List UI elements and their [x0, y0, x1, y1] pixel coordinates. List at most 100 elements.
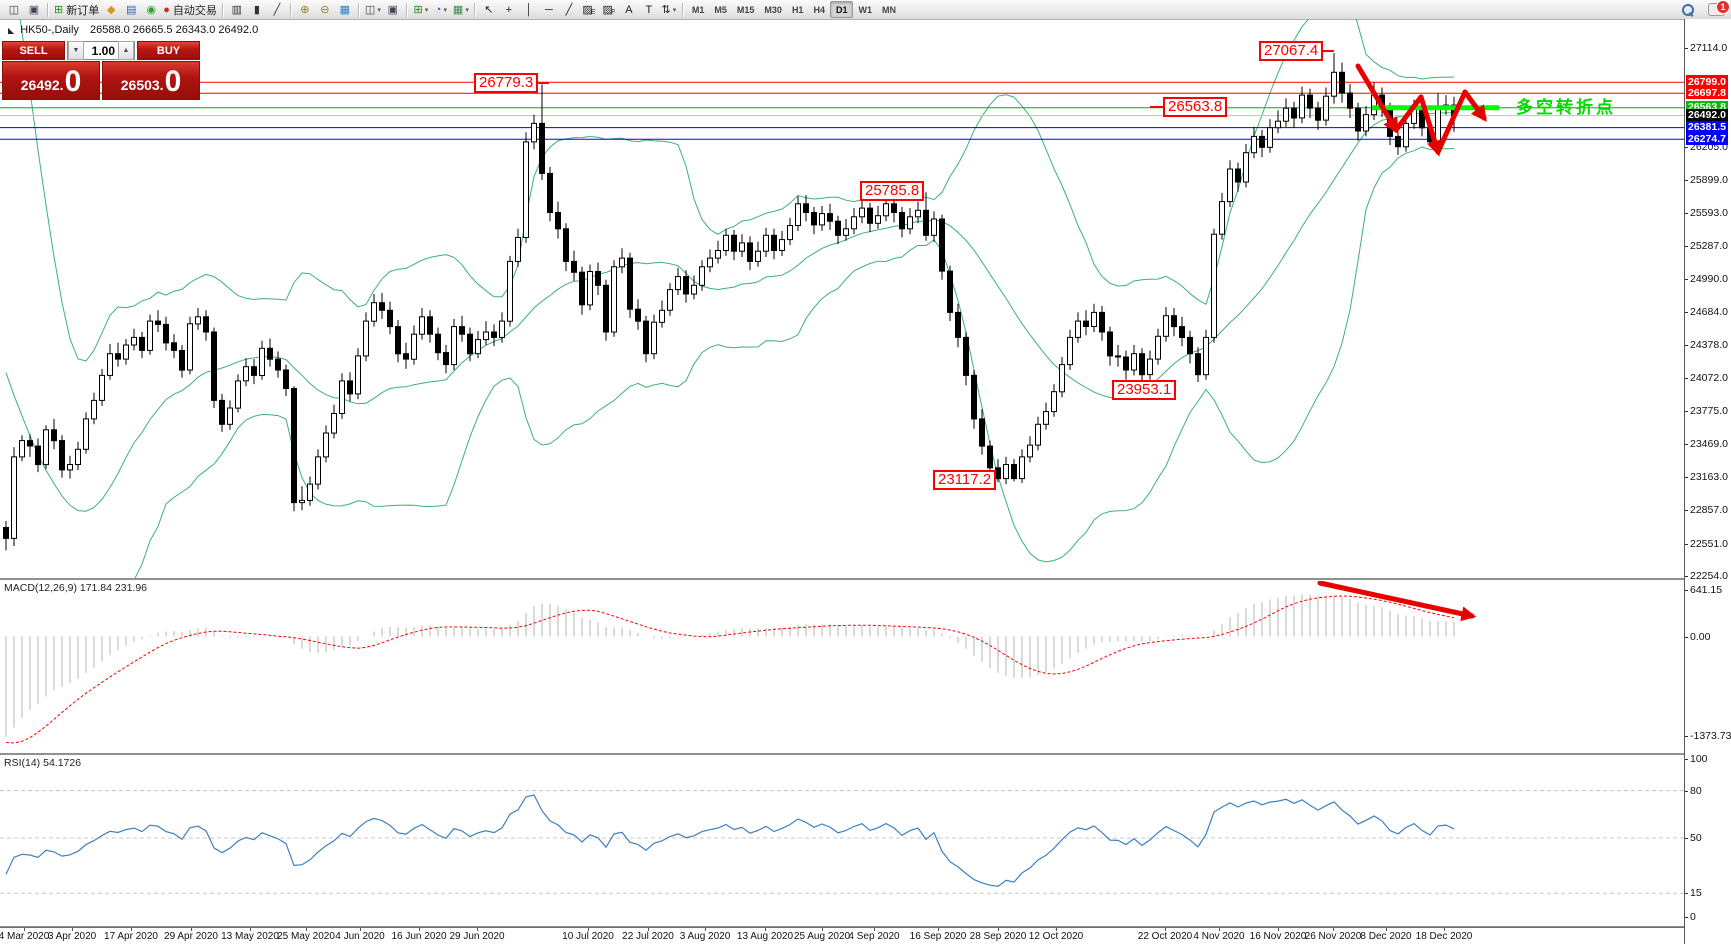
date-label[interactable]: 4 Mar 2020 [0, 931, 49, 942]
tile-windows-button[interactable]: ▦ [335, 2, 355, 18]
arrows-button[interactable]: ⇅▾ [659, 2, 679, 18]
market-watch-button[interactable]: ◫▾ [363, 2, 383, 18]
dropdown-caret-icon: ▾ [377, 6, 381, 14]
date-label[interactable]: 13 May 2020 [221, 931, 279, 942]
date-label[interactable]: 13 Aug 2020 [737, 931, 793, 942]
macd-trend-arrow[interactable] [1320, 583, 1472, 616]
date-label[interactable]: 25 Aug 2020 [794, 931, 850, 942]
bar-chart-icon: ▥ [232, 2, 242, 18]
date-label[interactable]: 16 Nov 2020 [1250, 931, 1307, 942]
timeframe-h4-button[interactable]: H4 [808, 2, 830, 17]
zigzag-arrow-segment[interactable] [1438, 92, 1465, 152]
buy-button[interactable]: BUY [137, 41, 200, 60]
date-label[interactable]: 25 May 2020 [277, 931, 335, 942]
rsi-panel[interactable] [0, 755, 1684, 926]
chart-preview-button[interactable]: ▣ [24, 2, 44, 18]
volume-down-icon[interactable]: ▼ [68, 41, 84, 60]
timeframe-m1-button[interactable]: M1 [687, 2, 710, 17]
data-window-button[interactable]: ▣ [383, 2, 403, 18]
macd-panel[interactable] [0, 580, 1684, 753]
date-label[interactable]: 17 Apr 2020 [104, 931, 158, 942]
timeframe-w1-button[interactable]: W1 [853, 2, 877, 17]
date-axis[interactable]: 4 Mar 20203 Apr 2020 17 Apr 2020 29 Apr 20… [0, 927, 1684, 945]
date-label[interactable]: 3 Aug 2020 [680, 931, 731, 942]
buy-price[interactable]: 26503.0 [102, 61, 200, 100]
macd-axis-tick: 641.15 [1690, 584, 1722, 596]
date-label[interactable]: 28 Sep 2020 [970, 931, 1027, 942]
vertical-line-button[interactable]: │ [519, 2, 539, 18]
date-label[interactable]: 8 Dec 2020 [1360, 931, 1411, 942]
line-chart-button[interactable]: ╱ [267, 2, 287, 18]
price-annotation-23117.2[interactable]: 23117.2 [933, 470, 996, 490]
template-button[interactable]: ▦▾ [451, 2, 471, 18]
sell-price[interactable]: 26492.0 [2, 61, 100, 100]
date-label[interactable]: 12 Oct 2020 [1029, 931, 1083, 942]
autotrading-button[interactable]: ●自动交易 [161, 2, 219, 18]
notifications-icon[interactable]: 1 [1708, 3, 1725, 16]
price-annotation-26779.3[interactable]: 26779.3 [474, 73, 538, 93]
sell-button[interactable]: SELL [2, 41, 65, 60]
volume-up-icon[interactable]: ▲ [118, 41, 134, 60]
date-label[interactable]: 4 Jun 2020 [335, 931, 385, 942]
eraser-button[interactable]: ◆ [101, 2, 121, 18]
text-button[interactable]: A [619, 2, 639, 18]
macd-rsi-separator[interactable] [0, 753, 1684, 756]
crosshair-button[interactable]: + [499, 2, 519, 18]
toolbar-separator [406, 3, 408, 17]
equidistant-channel-button[interactable]: ▨E [579, 2, 599, 18]
zoom-out-button[interactable]: ⊖ [315, 2, 335, 18]
price-annotation-26563.8[interactable]: 26563.8 [1163, 97, 1227, 117]
sell-price-big: 0 [65, 67, 82, 97]
date-label[interactable]: 4 Sep 2020 [848, 931, 899, 942]
new-order-button[interactable]: ⊞新订单 [52, 2, 101, 18]
date-label[interactable]: 16 Jun 2020 [391, 931, 446, 942]
date-label[interactable]: 4 Nov 2020 [1193, 931, 1244, 942]
volume-value[interactable]: 1.00 [84, 44, 118, 58]
trendline-button[interactable]: ╱ [559, 2, 579, 18]
search-icon[interactable] [1682, 4, 1694, 16]
turning-point-annotation[interactable]: 多空转折点 [1516, 93, 1616, 118]
period-icon: ◔ [435, 2, 442, 18]
horizontal-line-button[interactable]: ─ [539, 2, 559, 18]
price-chart[interactable] [0, 19, 1684, 578]
timeframe-mn-button[interactable]: MN [877, 2, 901, 17]
price-annotation-27067.4[interactable]: 27067.4 [1259, 41, 1323, 61]
cursor-button[interactable]: ↖ [479, 2, 499, 18]
add-indicator-button[interactable]: ⊞▾ [411, 2, 431, 18]
date-label[interactable]: 26 Nov 2020 [1305, 931, 1362, 942]
date-label[interactable]: 18 Dec 2020 [1416, 931, 1473, 942]
price-macd-separator[interactable] [0, 578, 1684, 581]
timeframe-m30-button[interactable]: M30 [759, 2, 787, 17]
tile-windows-icon: ▦ [340, 2, 350, 18]
date-label[interactable]: 10 Jul 2020 [562, 931, 614, 942]
date-label[interactable]: 29 Jun 2020 [449, 931, 504, 942]
date-label[interactable]: 29 Apr 2020 [164, 931, 218, 942]
price-axis-tick: 22254.0 [1690, 570, 1728, 582]
zoom-in-button[interactable]: ⊕ [295, 2, 315, 18]
new-chart-icon: ◫ [9, 2, 19, 18]
new-chart-button[interactable]: ◫ [4, 2, 24, 18]
text-label-button[interactable]: T [639, 2, 659, 18]
signal-button[interactable]: ◉ [141, 2, 161, 18]
date-label[interactable]: 22 Jul 2020 [622, 931, 674, 942]
price-axis-tick: 22551.0 [1690, 538, 1728, 550]
price-annotation-25785.8[interactable]: 25785.8 [860, 181, 924, 201]
price-annotation-23953.1[interactable]: 23953.1 [1112, 380, 1176, 400]
fibonacci-button[interactable]: ▨F [599, 2, 619, 18]
chart-preview-icon: ▣ [29, 2, 39, 18]
timeframe-d1-button[interactable]: D1 [830, 1, 854, 18]
price-axis[interactable]: 641.150.00-1373.73100805015027114.026205… [1684, 19, 1731, 944]
profile-button[interactable]: ▤ [121, 2, 141, 18]
volume-stepper[interactable]: ▼ 1.00 ▲ [67, 41, 135, 60]
timeframe-m5-button[interactable]: M5 [709, 2, 732, 17]
timeframe-h1-button[interactable]: H1 [787, 2, 809, 17]
zigzag-arrow-segment[interactable] [1465, 92, 1484, 118]
candlestick-chart-button[interactable]: ▮ [247, 2, 267, 18]
timeframe-m15-button[interactable]: M15 [732, 2, 760, 17]
date-label[interactable]: 16 Sep 2020 [910, 931, 967, 942]
period-button[interactable]: ◔▾ [431, 2, 451, 18]
date-label[interactable]: 3 Apr 2020 [48, 931, 96, 942]
date-label[interactable]: 22 Oct 2020 [1138, 931, 1192, 942]
signal-icon: ◉ [146, 2, 156, 18]
bar-chart-button[interactable]: ▥ [227, 2, 247, 18]
